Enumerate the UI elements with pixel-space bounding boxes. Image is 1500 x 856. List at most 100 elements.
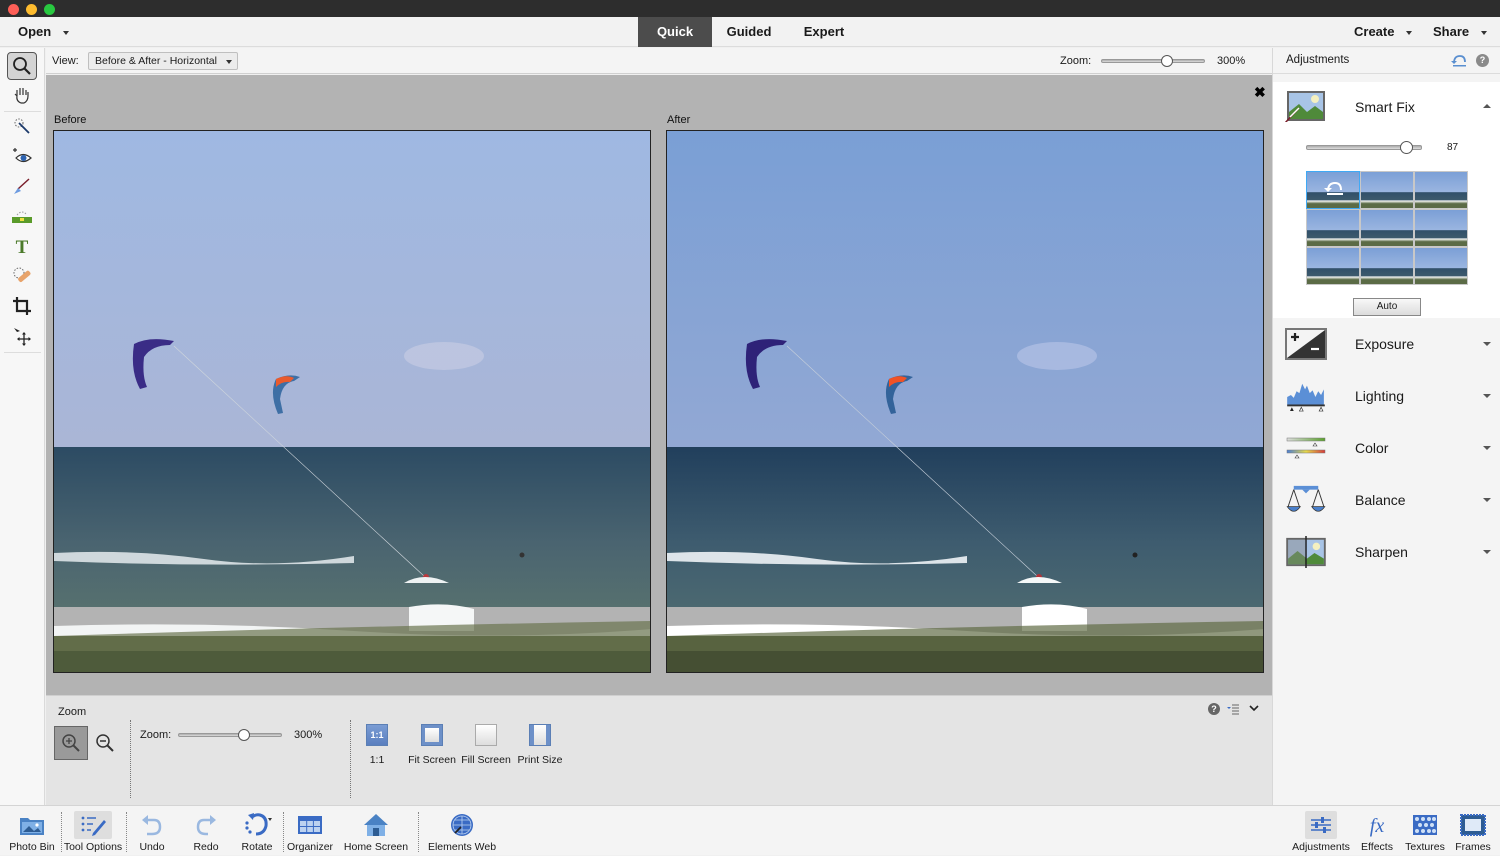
one-to-one-button[interactable]: 1:1 bbox=[366, 724, 388, 746]
textures-button[interactable]: Textures bbox=[1402, 806, 1448, 856]
zoom-in-button[interactable] bbox=[54, 726, 88, 760]
before-label: Before bbox=[54, 114, 87, 126]
adjustments-header: Adjustments ? bbox=[1273, 48, 1500, 74]
variation-thumbnail[interactable] bbox=[1360, 209, 1414, 247]
move-tool[interactable] bbox=[7, 322, 37, 350]
smart-fix-value: 87 bbox=[1447, 142, 1459, 153]
effects-label: Effects bbox=[1361, 841, 1393, 853]
hand-tool[interactable] bbox=[7, 81, 37, 109]
tool-options-button[interactable]: Tool Options bbox=[62, 806, 124, 856]
tab-expert[interactable]: Expert bbox=[790, 17, 858, 47]
color-sliders-icon bbox=[1286, 437, 1326, 459]
smart-fix-label: Smart Fix bbox=[1355, 99, 1415, 115]
zoom-out-button[interactable] bbox=[88, 726, 122, 760]
exposure-icon bbox=[1285, 328, 1327, 360]
options-zoom-slider-track[interactable] bbox=[178, 733, 282, 737]
help-icon[interactable]: ? bbox=[1208, 703, 1220, 715]
frames-button[interactable]: Frames bbox=[1452, 806, 1494, 856]
chevron-down-icon bbox=[1483, 550, 1491, 554]
smart-fix-section: Smart Fix 87 Auto bbox=[1273, 82, 1500, 318]
before-photo-graphic bbox=[54, 131, 650, 672]
eye-icon bbox=[13, 148, 32, 163]
variation-thumbnail[interactable] bbox=[1360, 247, 1414, 285]
balance-section[interactable]: Balance bbox=[1273, 480, 1500, 528]
variation-thumbnail[interactable] bbox=[1306, 247, 1360, 285]
color-section[interactable]: Color bbox=[1273, 428, 1500, 476]
zoom-in-icon bbox=[62, 734, 80, 752]
home-screen-label: Home Screen bbox=[343, 841, 409, 853]
straighten-tool[interactable] bbox=[7, 202, 37, 230]
chevron-up-icon[interactable] bbox=[1483, 104, 1491, 108]
smart-fix-slider-knob[interactable] bbox=[1400, 141, 1414, 154]
quick-selection-tool[interactable] bbox=[7, 112, 37, 140]
spot-healing-tool[interactable] bbox=[7, 262, 37, 290]
tab-quick[interactable]: Quick bbox=[638, 17, 712, 47]
rotate-icon bbox=[245, 813, 272, 836]
hand-icon bbox=[14, 88, 29, 104]
print-size-label: Print Size bbox=[517, 754, 563, 766]
type-tool[interactable]: T bbox=[7, 232, 37, 260]
tools-divider bbox=[4, 352, 41, 353]
scales-icon bbox=[1286, 485, 1326, 512]
help-icon[interactable]: ? bbox=[1476, 54, 1489, 67]
zoom-tool[interactable] bbox=[7, 52, 37, 80]
fill-screen-button[interactable] bbox=[475, 724, 497, 746]
crop-tool[interactable] bbox=[7, 292, 37, 320]
redo-button[interactable]: Redo bbox=[184, 806, 228, 856]
lighting-label: Lighting bbox=[1355, 388, 1405, 404]
panel-menu-icon[interactable] bbox=[1226, 703, 1240, 715]
fit-screen-label: Fit Screen bbox=[408, 754, 456, 766]
svg-text:fx: fx bbox=[1370, 815, 1385, 837]
lighting-section[interactable]: Lighting bbox=[1273, 376, 1500, 424]
zoom-slider-track[interactable] bbox=[1101, 59, 1205, 63]
view-bar: View: Before & After - Horizontal Zoom: … bbox=[46, 48, 1272, 74]
organizer-button[interactable]: Organizer bbox=[284, 806, 336, 856]
variation-thumbnail[interactable] bbox=[1414, 171, 1468, 209]
collapse-chevron-icon[interactable] bbox=[1249, 704, 1259, 712]
rotate-label: Rotate bbox=[241, 841, 273, 853]
undo-button[interactable]: Undo bbox=[130, 806, 174, 856]
zoom-label: Zoom: bbox=[140, 729, 172, 741]
adjustments-panel: Adjustments ? Smart Fix 87 Auto Exposure bbox=[1272, 48, 1500, 805]
open-menu[interactable]: Open bbox=[18, 17, 70, 47]
red-eye-tool[interactable] bbox=[7, 142, 37, 170]
share-label: Share bbox=[1433, 24, 1470, 39]
zoom-slider-knob[interactable] bbox=[1160, 55, 1173, 67]
options-zoom-slider-knob[interactable] bbox=[237, 729, 250, 741]
print-size-button[interactable] bbox=[529, 724, 551, 746]
sharpen-section[interactable]: Sharpen bbox=[1273, 532, 1500, 580]
variation-thumbnail[interactable] bbox=[1414, 209, 1468, 247]
photo-bin-button[interactable]: Photo Bin bbox=[4, 806, 60, 856]
close-window-button[interactable] bbox=[8, 4, 19, 15]
magic-wand-icon bbox=[14, 118, 30, 134]
exposure-label: Exposure bbox=[1355, 336, 1415, 352]
variation-thumbnail[interactable] bbox=[1360, 171, 1414, 209]
adjustments-button[interactable]: Adjustments bbox=[1290, 806, 1352, 856]
variation-thumbnail[interactable] bbox=[1306, 171, 1360, 209]
before-image[interactable] bbox=[53, 130, 651, 673]
elements-web-button[interactable]: Elements Web bbox=[424, 806, 500, 856]
share-menu[interactable]: Share bbox=[1433, 17, 1488, 47]
zoom-window-button[interactable] bbox=[44, 4, 55, 15]
view-mode-value: Before & After - Horizontal bbox=[95, 55, 217, 67]
undo-label: Undo bbox=[139, 841, 165, 853]
view-mode-dropdown[interactable]: Before & After - Horizontal bbox=[88, 52, 238, 70]
auto-button[interactable]: Auto bbox=[1353, 298, 1421, 316]
minimize-window-button[interactable] bbox=[26, 4, 37, 15]
home-screen-button[interactable]: Home Screen bbox=[341, 806, 411, 856]
rotate-button[interactable]: Rotate bbox=[234, 806, 280, 856]
photo-bin-label: Photo Bin bbox=[9, 841, 55, 853]
variation-thumbnail[interactable] bbox=[1414, 247, 1468, 285]
create-menu[interactable]: Create bbox=[1354, 17, 1413, 47]
exposure-section[interactable]: Exposure bbox=[1273, 324, 1500, 372]
chevron-down-icon bbox=[1483, 446, 1491, 450]
fit-screen-button[interactable] bbox=[421, 724, 443, 746]
reset-icon[interactable] bbox=[1451, 54, 1467, 67]
variation-thumbnail[interactable] bbox=[1306, 209, 1360, 247]
whiten-teeth-tool[interactable] bbox=[7, 172, 37, 200]
effects-button[interactable]: fx Effects bbox=[1356, 806, 1398, 856]
after-image[interactable] bbox=[666, 130, 1264, 673]
tab-guided[interactable]: Guided bbox=[714, 17, 784, 47]
taskbar-divider bbox=[418, 812, 419, 852]
close-icon[interactable]: ✖ bbox=[1254, 84, 1266, 101]
